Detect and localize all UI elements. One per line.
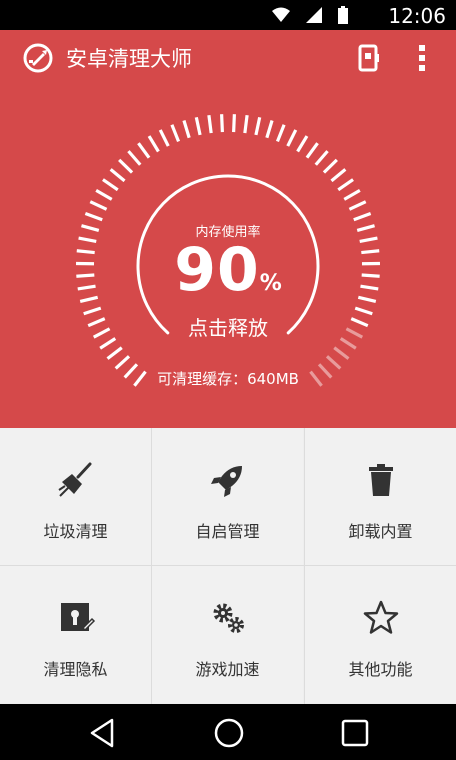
gauge-tick xyxy=(232,114,236,133)
gauge-tick xyxy=(275,124,286,143)
gauge-tick xyxy=(348,200,367,211)
hero-panel: 安卓清理大师 内存使用率 90% 点击释放 可清理缓存：640MB xyxy=(0,30,456,428)
gauge-tick xyxy=(207,115,213,134)
tile-autostart[interactable]: 自启管理 xyxy=(152,428,303,565)
usage-unit: % xyxy=(259,271,282,296)
gauge-tick xyxy=(114,355,131,370)
gauge-tick xyxy=(322,158,338,174)
gauge-tick xyxy=(265,120,274,139)
gauge-tick xyxy=(243,115,249,134)
gauge-tick xyxy=(296,135,309,153)
divider xyxy=(304,428,305,704)
tile-label: 游戏加速 xyxy=(195,660,260,679)
gauge-tick xyxy=(254,117,262,136)
gauge-tick xyxy=(84,212,103,222)
status-bar: 12:06 xyxy=(0,0,456,30)
gauge-tick xyxy=(137,142,151,159)
status-time: 12:06 xyxy=(388,4,446,28)
usage-number: 90 xyxy=(174,235,260,305)
back-icon[interactable] xyxy=(86,716,120,750)
divider xyxy=(0,565,456,566)
gauge-tick xyxy=(337,178,354,192)
recents-icon[interactable] xyxy=(338,716,372,750)
tile-game-boost[interactable]: 游戏加速 xyxy=(152,566,303,703)
gauge-tick xyxy=(147,135,160,153)
gauge-tick xyxy=(127,150,142,166)
gauge-tick xyxy=(353,212,372,222)
gauge-tick xyxy=(102,178,119,192)
private-file-icon xyxy=(60,603,95,632)
gauge-tick xyxy=(182,120,191,139)
star-icon xyxy=(363,600,398,634)
gauge-tick xyxy=(343,189,361,201)
tile-uninstall[interactable]: 卸载内置 xyxy=(305,428,456,565)
gauge-tick xyxy=(330,168,347,183)
gauge-tick xyxy=(220,114,224,133)
gauge-tick xyxy=(286,129,298,147)
home-icon[interactable] xyxy=(212,716,246,750)
cache-info: 可清理缓存：640MB xyxy=(157,370,299,388)
gauge-tick xyxy=(305,142,319,159)
gears-icon xyxy=(213,603,244,633)
function-grid: 垃圾清理 自启管理 卸载内置 清理隐私 游戏加速 其他功能 xyxy=(0,428,456,704)
tile-label: 垃圾清理 xyxy=(43,522,108,541)
gauge-tick xyxy=(89,200,108,211)
wifi-icon xyxy=(272,7,290,22)
gauge-tick xyxy=(170,124,181,143)
tile-privacy-clean[interactable]: 清理隐私 xyxy=(0,566,151,703)
release-button[interactable]: 点击释放 xyxy=(0,312,456,341)
tile-label: 其他功能 xyxy=(348,660,413,679)
tile-other-functions[interactable]: 其他功能 xyxy=(305,566,456,703)
nav-bar xyxy=(0,704,456,760)
gauge-tick xyxy=(194,117,202,136)
rocket-icon xyxy=(210,466,242,497)
divider xyxy=(151,428,152,704)
gauge-tick xyxy=(325,355,342,370)
tile-junk-clean[interactable]: 垃圾清理 xyxy=(0,428,151,565)
tile-label: 自启管理 xyxy=(195,522,260,541)
broom-icon xyxy=(57,462,91,497)
battery-icon xyxy=(338,6,348,24)
gauge-tick xyxy=(109,168,126,183)
tile-label: 清理隐私 xyxy=(43,660,108,679)
gauge-tick xyxy=(95,189,113,201)
gauge-tick xyxy=(333,346,350,360)
gauge-tick xyxy=(314,150,329,166)
gauge-tick xyxy=(118,158,134,174)
gauge-tick xyxy=(106,346,123,360)
trash-icon xyxy=(368,464,393,496)
signal-icon xyxy=(306,7,322,23)
tile-label: 卸载内置 xyxy=(348,522,413,541)
memory-usage-value[interactable]: 90% xyxy=(0,235,456,305)
gauge-tick xyxy=(158,129,170,147)
